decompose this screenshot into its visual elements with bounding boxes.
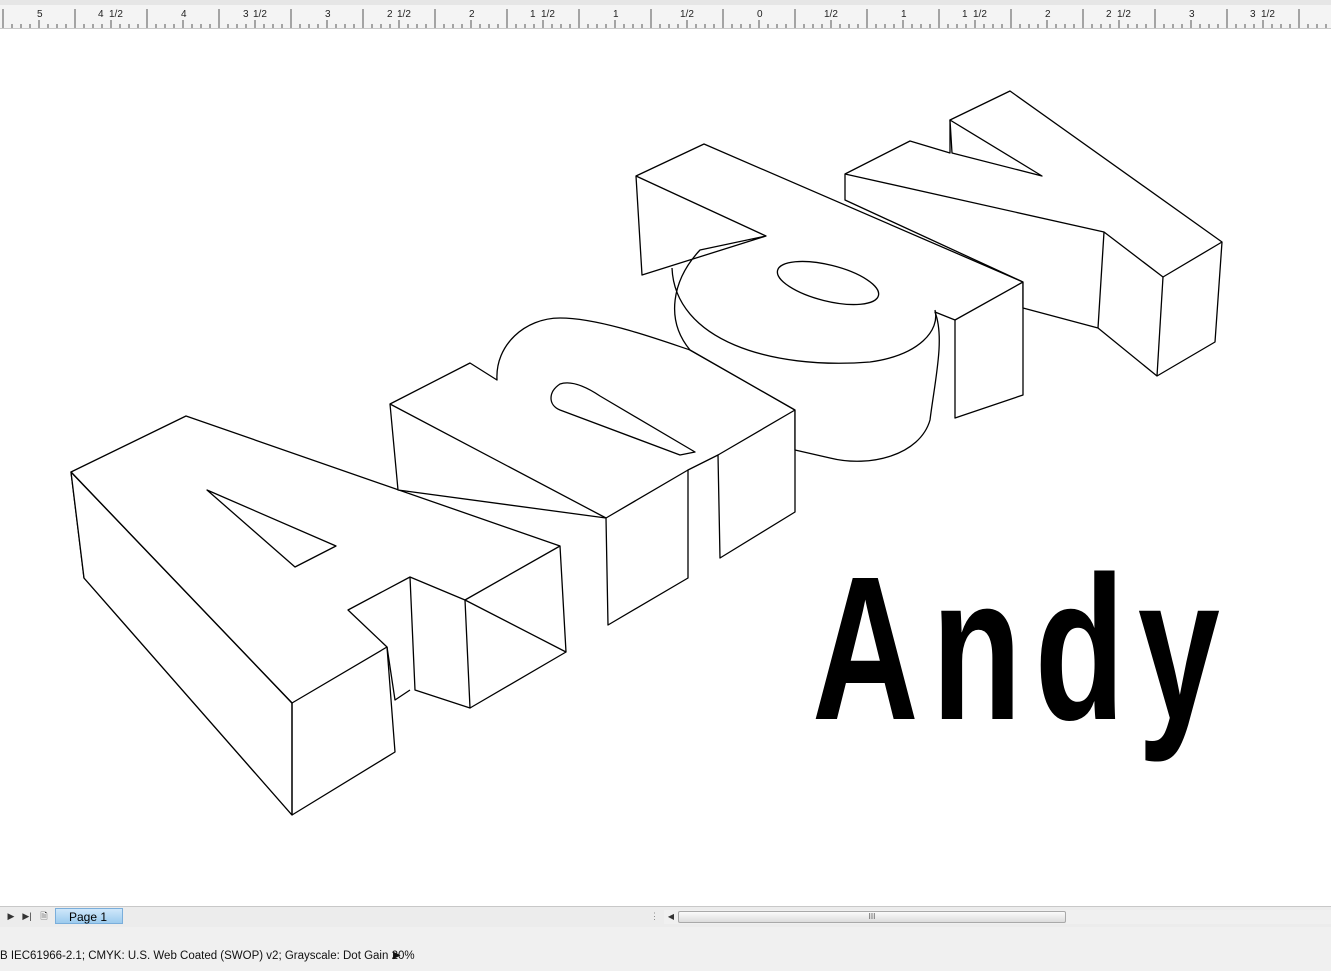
- ruler-label: 2: [387, 9, 393, 20]
- ruler-label: 3: [243, 9, 249, 20]
- status-bar: B IEC61966-2.1; CMYK: U.S. Web Coated (S…: [0, 927, 1331, 971]
- ruler-label: 1/2: [397, 9, 411, 20]
- ruler-label: 1/2: [973, 9, 987, 20]
- ruler-label: 1/2: [1117, 9, 1131, 20]
- outline-3d-text[interactable]: [0, 29, 1331, 906]
- horizontal-ruler[interactable]: 5 4 1/2 4 3 1/2 3 2 1/2 2 1 1/2 1 1/2 0 …: [0, 0, 1331, 29]
- ruler-label: 2: [469, 9, 475, 20]
- last-page-icon[interactable]: ▶|: [20, 909, 34, 924]
- tab-page-1[interactable]: Page 1: [55, 908, 123, 924]
- ruler-label: 3: [1189, 9, 1195, 20]
- ruler-label: 1/2: [824, 9, 838, 20]
- andy-flat-text[interactable]: Andy: [812, 546, 1233, 751]
- ruler-label: 1/2: [541, 9, 555, 20]
- ruler-label: 1/2: [253, 9, 267, 20]
- ruler-label: 1: [613, 9, 619, 20]
- ruler-label: 1/2: [1261, 9, 1275, 20]
- ruler-label: 2: [1106, 9, 1112, 20]
- ruler-label: 0: [757, 9, 763, 20]
- scrollbar-thumb[interactable]: III: [678, 911, 1066, 923]
- next-page-icon[interactable]: ▶: [4, 909, 18, 924]
- color-profile-status[interactable]: B IEC61966-2.1; CMYK: U.S. Web Coated (S…: [0, 950, 415, 962]
- ruler-label: 3: [325, 9, 331, 20]
- ruler-label: 4: [98, 9, 104, 20]
- ruler-label: 5: [37, 9, 43, 20]
- add-page-icon[interactable]: 🗎: [37, 909, 51, 924]
- ruler-label: 1/2: [109, 9, 123, 20]
- ruler-label: 1: [901, 9, 907, 20]
- expand-arrow-icon[interactable]: ▶: [393, 950, 401, 961]
- ruler-label: 3: [1250, 9, 1256, 20]
- scroll-left-icon[interactable]: ◀: [664, 910, 678, 925]
- ruler-label: 4: [181, 9, 187, 20]
- ruler-label: 1: [962, 9, 968, 20]
- ruler-label: 1/2: [680, 9, 694, 20]
- ruler-label: 2: [1045, 9, 1051, 20]
- splitter-handle[interactable]: ⋮: [650, 909, 659, 924]
- horizontal-scrollbar[interactable]: ◀ III: [664, 910, 1331, 924]
- ruler-ticks: [2, 9, 1327, 28]
- ruler-label: 1: [530, 9, 536, 20]
- drawing-canvas[interactable]: Andy: [0, 29, 1331, 906]
- page-navigator-bar: ▶ ▶| 🗎 Page 1 ⋮ ◀ III: [0, 906, 1331, 928]
